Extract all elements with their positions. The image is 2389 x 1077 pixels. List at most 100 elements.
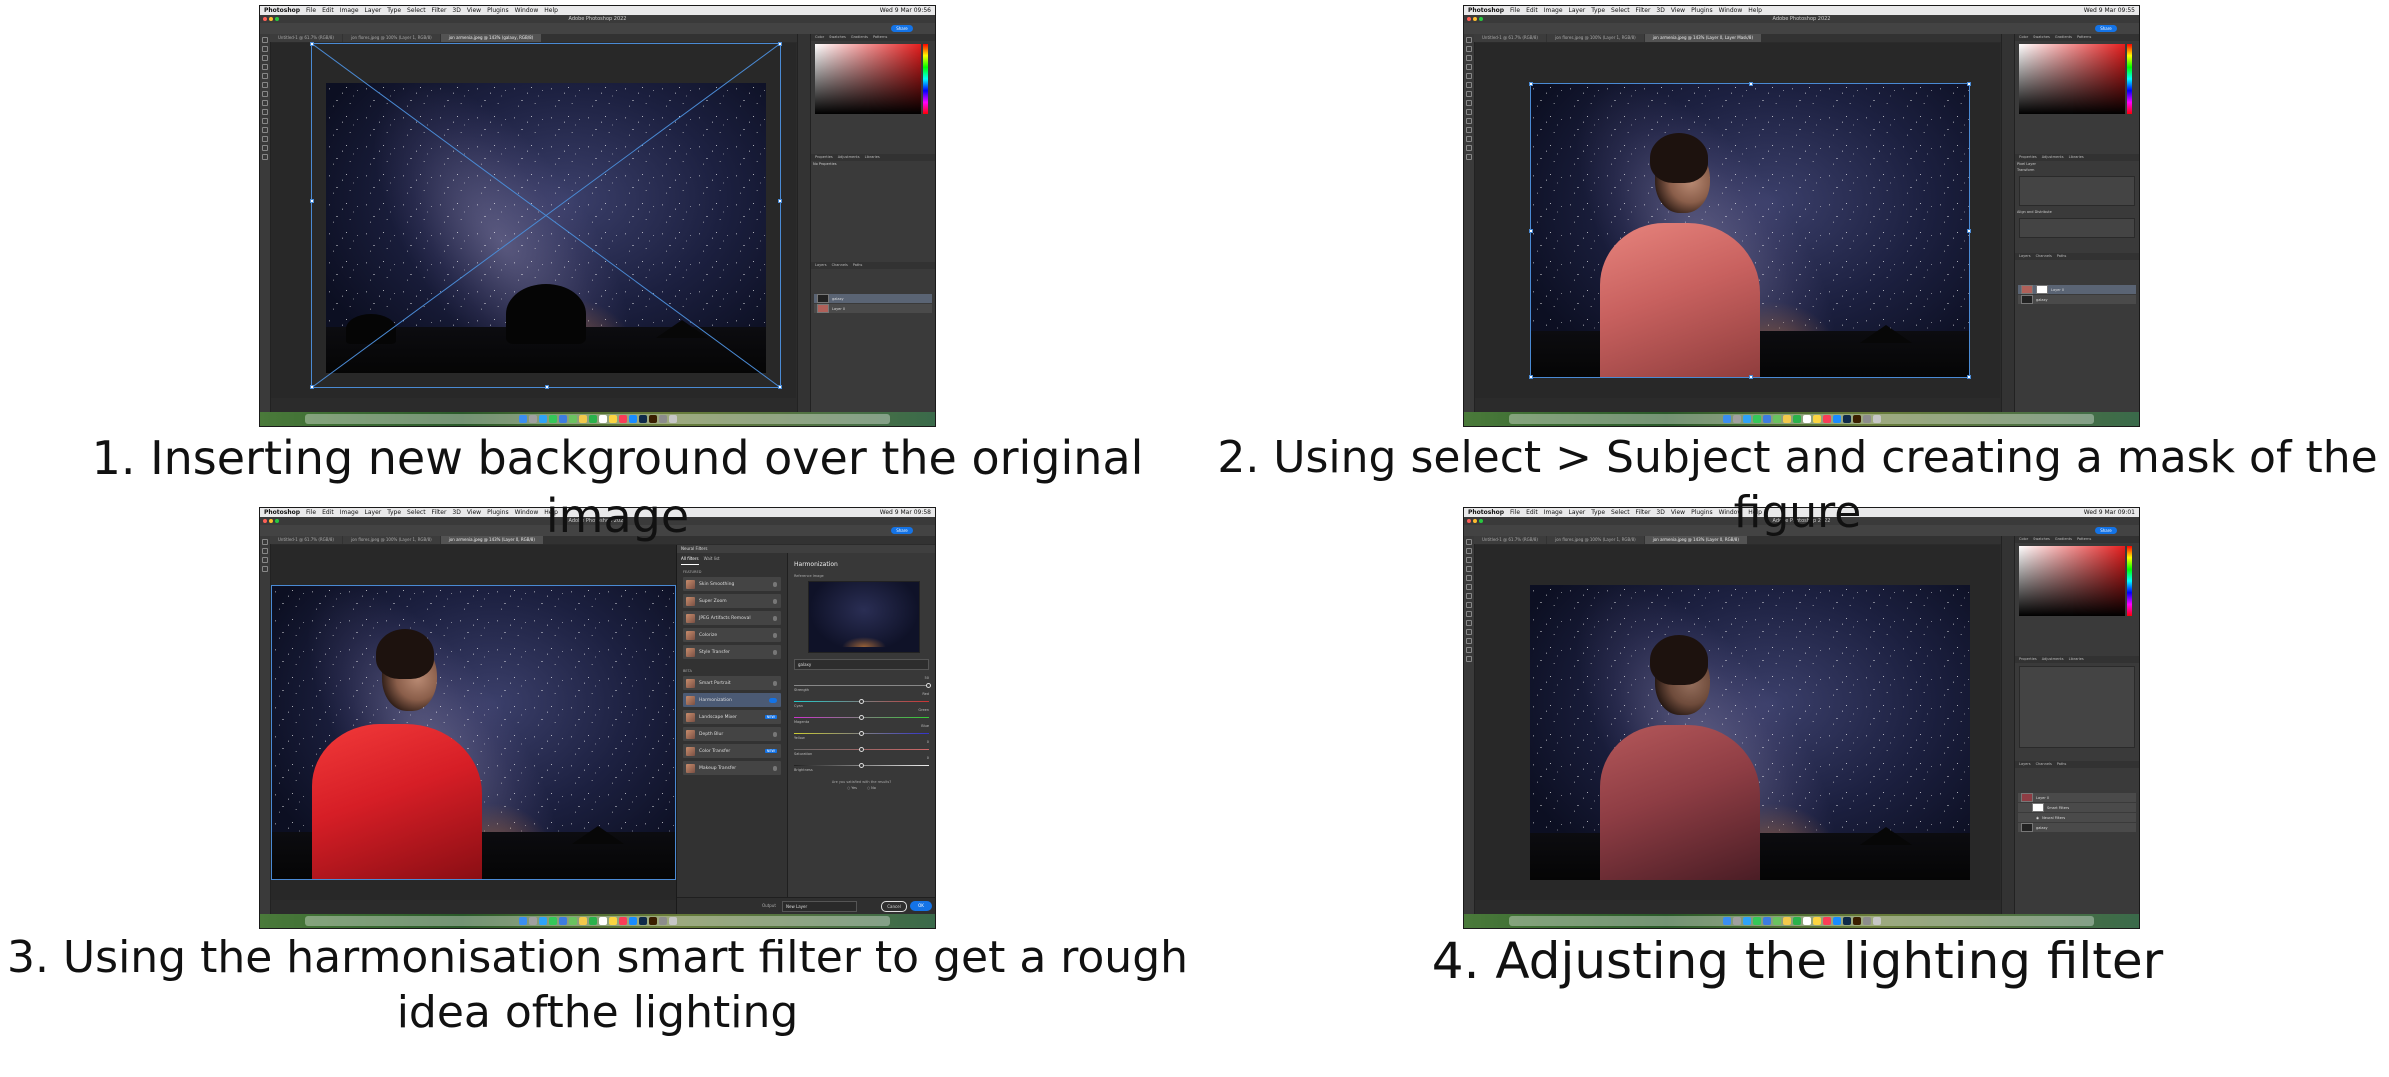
menu-view[interactable]: View	[1671, 7, 1685, 14]
cloud-download-icon[interactable]	[773, 581, 777, 587]
menu-window[interactable]: Window	[515, 7, 539, 14]
type-tool-icon[interactable]	[262, 136, 268, 142]
launchpad-icon[interactable]	[1732, 917, 1741, 925]
hand-tool-icon[interactable]	[1466, 145, 1472, 151]
settings-icon[interactable]	[1862, 917, 1871, 925]
music-icon[interactable]	[1822, 917, 1831, 925]
eraser-tool-icon[interactable]	[1466, 611, 1472, 617]
transform-handle[interactable]	[1967, 82, 1971, 86]
menu-type[interactable]: Type	[387, 7, 401, 14]
tab-layers[interactable]: Layers	[815, 262, 827, 269]
brush-tool-icon[interactable]	[262, 91, 268, 97]
finder-icon[interactable]	[1722, 917, 1731, 925]
photos-icon[interactable]	[578, 917, 587, 925]
cloud-download-icon[interactable]	[773, 680, 777, 686]
share-button[interactable]: Share	[2095, 25, 2117, 32]
tab-paths[interactable]: Paths	[853, 262, 863, 269]
calendar-icon[interactable]	[598, 917, 607, 925]
menu-file[interactable]: File	[306, 7, 316, 14]
tab-channels[interactable]: Channels	[2036, 253, 2052, 260]
tab-jon-flores[interactable]: jon flores.jpeg @ 100% (Layer 1, RGB/8)	[342, 34, 440, 42]
calendar-icon[interactable]	[1802, 917, 1811, 925]
transform-handle[interactable]	[310, 385, 314, 389]
move-tool-icon[interactable]	[262, 37, 268, 43]
finder-icon[interactable]	[518, 917, 527, 925]
menu-filter[interactable]: Filter	[1636, 7, 1651, 14]
facetime-icon[interactable]	[1792, 917, 1801, 925]
filter-smart-portrait[interactable]: Smart Portrait	[683, 676, 781, 690]
type-tool-icon[interactable]	[1466, 638, 1472, 644]
filter-color-transfer[interactable]: Color Transfer NEW	[683, 744, 781, 758]
tab-adjustments[interactable]: Adjustments	[2042, 154, 2064, 161]
facetime-icon[interactable]	[588, 415, 597, 423]
layer-row[interactable]: galaxy	[2018, 823, 2136, 832]
transform-handle[interactable]	[778, 42, 782, 46]
slider-knob[interactable]	[858, 715, 864, 720]
eye-icon[interactable]: ◉	[2036, 816, 2039, 820]
zoom-tool-icon[interactable]	[1466, 154, 1472, 160]
color-picker[interactable]	[815, 44, 928, 114]
gradient-tool-icon[interactable]	[262, 118, 268, 124]
tab-swatches[interactable]: Swatches	[829, 34, 846, 41]
settings-icon[interactable]	[658, 917, 667, 925]
illustrator-icon[interactable]	[648, 415, 657, 423]
menu-edit[interactable]: Edit	[1526, 7, 1538, 14]
cloud-download-icon[interactable]	[773, 649, 777, 655]
tab-channels[interactable]: Channels	[2036, 761, 2052, 768]
close-icon[interactable]	[1467, 17, 1471, 21]
gradient-tool-icon[interactable]	[1466, 118, 1472, 124]
menu-select[interactable]: Select	[407, 7, 426, 14]
facetime-icon[interactable]	[588, 917, 597, 925]
menu-select[interactable]: Select	[1611, 7, 1630, 14]
zoom-tool-icon[interactable]	[262, 154, 268, 160]
tab-properties[interactable]: Properties	[815, 154, 833, 161]
notes-icon[interactable]	[1812, 415, 1821, 423]
transform-handle[interactable]	[310, 42, 314, 46]
yes-radio[interactable]: ○ Yes	[847, 786, 857, 790]
calendar-icon[interactable]	[1802, 415, 1811, 423]
menu-file[interactable]: File	[1510, 7, 1520, 14]
appstore-icon[interactable]	[628, 917, 637, 925]
transform-handle[interactable]	[1749, 375, 1753, 379]
tab-untitled[interactable]: Untitled-1 @ 61.7% (RGB/8)	[270, 34, 342, 42]
menu-layer[interactable]: Layer	[365, 7, 382, 14]
tab-adjustments[interactable]: Adjustments	[2042, 656, 2064, 663]
launchpad-icon[interactable]	[528, 917, 537, 925]
photoshop-icon[interactable]	[638, 917, 647, 925]
filter-style-transfer[interactable]: Style Transfer	[683, 645, 781, 659]
cancel-button[interactable]: Cancel	[881, 901, 907, 912]
pen-tool-icon[interactable]	[1466, 127, 1472, 133]
select-tool-icon[interactable]	[1466, 64, 1472, 70]
eyedropper-tool-icon[interactable]	[1466, 584, 1472, 590]
safari-icon[interactable]	[1742, 917, 1751, 925]
facetime-icon[interactable]	[1792, 415, 1801, 423]
lasso-tool-icon[interactable]	[1466, 55, 1472, 61]
crop-tool-icon[interactable]	[262, 73, 268, 79]
finder-icon[interactable]	[1722, 415, 1731, 423]
stamp-tool-icon[interactable]	[1466, 100, 1472, 106]
transform-fields[interactable]	[2019, 176, 2135, 206]
transform-box[interactable]	[310, 42, 782, 389]
tab-gradients[interactable]: Gradients	[2055, 34, 2072, 41]
menu-image[interactable]: Image	[1544, 7, 1563, 14]
filter-depth-blur[interactable]: Depth Blur	[683, 727, 781, 741]
close-icon[interactable]	[263, 17, 267, 21]
tab-channels[interactable]: Channels	[832, 262, 848, 269]
launchpad-icon[interactable]	[528, 415, 537, 423]
tab-properties[interactable]: Properties	[2019, 154, 2037, 161]
tab-layers[interactable]: Layers	[2019, 253, 2031, 260]
composite-image[interactable]	[271, 585, 676, 880]
notes-icon[interactable]	[608, 415, 617, 423]
settings-icon[interactable]	[658, 415, 667, 423]
transform-section-label[interactable]: Transform	[2015, 167, 2139, 173]
slider-yellow[interactable]: Yellow Blue	[794, 724, 929, 740]
composite-image[interactable]	[1530, 585, 1970, 880]
tab-untitled[interactable]: Untitled-1 @ 61.7% (RGB/8)	[1474, 34, 1546, 42]
music-icon[interactable]	[1822, 415, 1831, 423]
hue-slider[interactable]	[2127, 546, 2132, 616]
tab-wait-list[interactable]: Wait list	[704, 553, 720, 565]
notes-icon[interactable]	[1812, 917, 1821, 925]
appstore-icon[interactable]	[1832, 917, 1841, 925]
layer-mask-thumbnail[interactable]	[2036, 285, 2048, 294]
maps-icon[interactable]	[1772, 415, 1781, 423]
